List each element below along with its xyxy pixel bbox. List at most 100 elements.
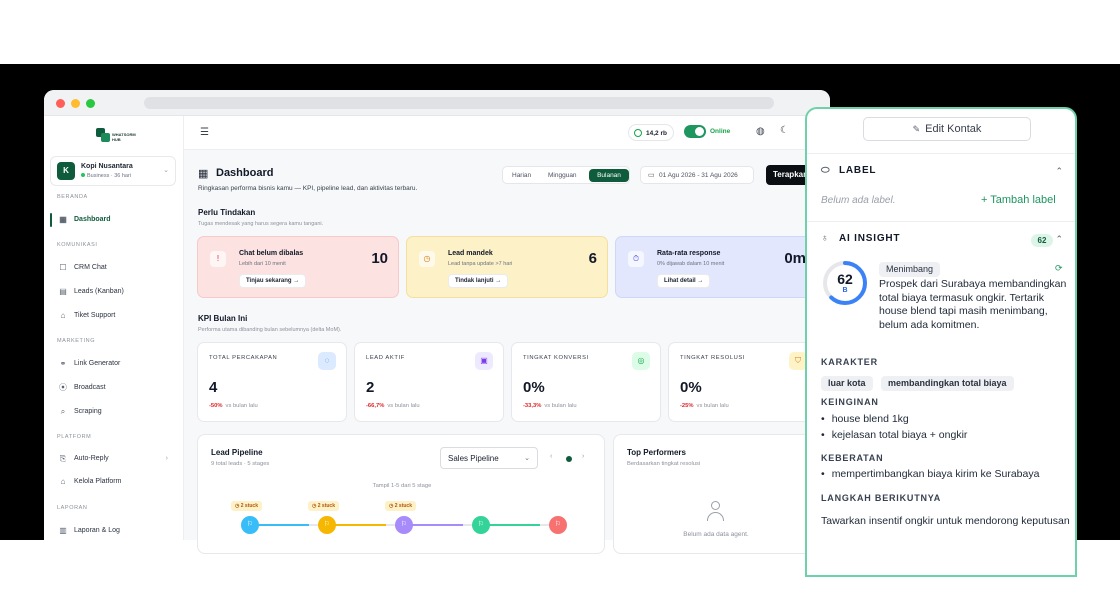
kpi-card-resolution-rate[interactable]: TINGKAT RESOLUSI ⛉ 0% -25% vs bulan lalu [668,342,818,422]
sidebar-item-crm-chat[interactable]: ☐ CRM Chat [50,260,176,276]
pipeline-stage-node[interactable]: ⚐ [395,516,413,534]
maximize-window-button[interactable] [86,99,95,108]
kpi-value: 4 [209,379,218,396]
kpi-section-title: KPI Bulan Ini [198,314,248,323]
label-section-header[interactable]: ⬭ LABEL [821,165,876,176]
date-range-text: 01 Agu 2026 - 31 Agu 2026 [659,172,738,179]
chevron-left-icon[interactable]: ‹ [550,453,552,460]
brand-logo[interactable]: WHATSORM HUB [96,126,136,148]
menu-icon[interactable]: ☰ [200,127,209,138]
view-detail-button[interactable]: Lihat detail → [657,274,711,288]
sidebar-item-scraping[interactable]: ⌕ Scraping [50,404,176,420]
period-option-harian[interactable]: Harian [512,172,531,179]
sidebar-item-leads[interactable]: ▤ Leads (Kanban) [50,284,176,300]
pipeline-stage-node[interactable]: ⚐ [241,516,259,534]
action-card-title: Chat belum dibalas [239,250,304,257]
kpi-card-conversion-rate[interactable]: TINGKAT KONVERSI ◎ 0% -33,3% vs bulan lal… [511,342,661,422]
kpi-delta: -66,7% vs bulan lalu [366,403,420,409]
kpi-card-total-conversations[interactable]: TOTAL PERCAKAPAN ◌ 4 -50% vs bulan lalu [197,342,347,422]
sidebar-item-label: Kelola Platform [74,478,122,485]
score-ring: 62 B [821,259,869,307]
period-option-bulanan[interactable]: Bulanan [589,169,629,182]
kpi-value: 2 [366,379,375,396]
business-switcher[interactable]: K Kopi Nusantara Business · 36 hari ⌄ [50,156,176,186]
sidebar-item-broadcast[interactable]: ⦿ Broadcast [50,380,176,396]
close-window-button[interactable] [56,99,65,108]
chevron-up-icon[interactable]: ⌃ [1055,166,1063,177]
moon-icon[interactable]: ☾ [780,125,789,136]
next-step-text: Tawarkan insentif ongkir untuk mendorong… [821,515,1070,527]
lightbulb-icon: ♁ [821,233,830,244]
tag-icon: ⬭ [821,165,831,176]
kanban-icon: ▤ [59,287,67,296]
report-icon: ▥ [59,526,67,535]
score-value: 62 [837,271,853,287]
kpi-delta-value: -33,3% [523,403,542,409]
kpi-value: 0% [523,379,545,396]
review-now-button[interactable]: Tinjau sekarang → [239,274,307,288]
add-label-button[interactable]: + Tambah label [981,194,1056,206]
pipeline-subtitle: 9 total leads · 5 stages [211,461,270,467]
main-content: ☰ 14,2 rb Online ◍ ☾ ▦ Dashboard Ringkas… [184,116,830,554]
pipeline-stage-node[interactable]: ⚐ [318,516,336,534]
dashboard-icon: ▦ [198,168,209,180]
no-label-text: Belum ada label. [821,195,896,206]
chevron-right-icon[interactable]: › [582,453,584,460]
refresh-icon[interactable]: ⟳ [1055,263,1063,274]
kpi-delta: -50% vs bulan lalu [209,403,258,409]
action-card-response-time[interactable]: ⏱ Rata-rata response 0% dijawab dalam 10… [615,236,817,298]
sidebar-item-laporan-log[interactable]: ▥ Laporan & Log [50,523,176,539]
kpi-delta-value: -66,7% [366,403,385,409]
user-icon-body [707,512,724,521]
logo-text: WHATSORM HUB [112,132,136,142]
globe-icon[interactable]: ◍ [756,126,765,137]
ai-insight-header[interactable]: ♁ AI INSIGHT [821,233,900,244]
link-icon: ⚭ [59,359,67,368]
sidebar-item-link-generator[interactable]: ⚭ Link Generator [50,356,176,372]
keberatan-list: mempertimbangkan biaya kirim ke Surabaya [821,466,1040,482]
action-card-value: 6 [588,250,597,267]
platform-icon: ⌂ [60,477,66,486]
minimize-window-button[interactable] [71,99,80,108]
action-card-unreplied[interactable]: ! Chat belum dibalas Lebih dari 10 menit… [197,236,399,298]
list-item: house blend 1kg [821,411,967,427]
period-option-mingguan[interactable]: Mingguan [548,172,577,179]
search-icon: ⌕ [60,407,66,416]
keinginan-label: KEINGINAN [821,397,879,407]
action-card-value: 0m [784,250,806,267]
sidebar: WHATSORM HUB K Kopi Nusantara Business ·… [44,116,184,540]
pipeline-stage-node[interactable]: ⚐ [549,516,567,534]
page-subtitle: Ringkasan performa bisnis kamu — KPI, pi… [198,185,418,192]
online-toggle[interactable] [684,125,706,138]
chevron-up-icon[interactable]: ⌃ [1055,234,1063,245]
credit-amount: 14,2 rb [646,130,667,137]
pipeline-page-dot[interactable] [566,456,572,462]
divider [807,153,1075,154]
chevron-down-icon: ⌄ [524,455,530,462]
sidebar-item-label: Scraping [74,408,102,415]
pipeline-select[interactable]: Sales Pipeline ⌄ [440,447,538,469]
contact-side-panel: ✎ Edit Kontak ⬭ LABEL ⌃ Belum ada label. +… [805,107,1077,577]
divider [807,221,1075,222]
sidebar-item-tiket-support[interactable]: ⌂ Tiket Support [50,308,176,324]
follow-up-button[interactable]: Tindak lanjuti → [448,274,509,288]
sidebar-item-kelola-platform[interactable]: ⌂ Kelola Platform [50,474,176,490]
performers-subtitle: Berdasarkan tingkat resolusi [627,461,701,467]
sidebar-item-auto-reply[interactable]: ⎘ Auto-Reply › [50,451,176,467]
user-icon [704,499,728,523]
business-name: Kopi Nusantara [81,163,133,170]
address-bar[interactable] [144,97,774,109]
pipeline-stage-node[interactable]: ⚐ [472,516,490,534]
edit-contact-button[interactable]: ✎ Edit Kontak [863,117,1031,141]
karakter-tag: membandingkan total biaya [880,376,1014,391]
action-card-title: Rata-rata response [657,250,721,257]
action-card-stale-leads[interactable]: ◷ Lead mandek Lead tanpa update >7 hari … [406,236,608,298]
id-card-icon: ▣ [475,352,493,370]
apply-label: Terapkan [773,170,808,179]
date-range-picker[interactable]: ▭ 01 Agu 2026 - 31 Agu 2026 [640,166,754,184]
credit-badge[interactable]: 14,2 rb [628,124,674,141]
kpi-card-active-leads[interactable]: LEAD AKTIF ▣ 2 -66,7% vs bulan lalu [354,342,504,422]
nav-section-marketing: MARKETING [57,338,96,344]
performers-empty-text: Belum ada data agent. [683,531,749,538]
sidebar-item-dashboard[interactable]: ▦ Dashboard [50,212,176,228]
